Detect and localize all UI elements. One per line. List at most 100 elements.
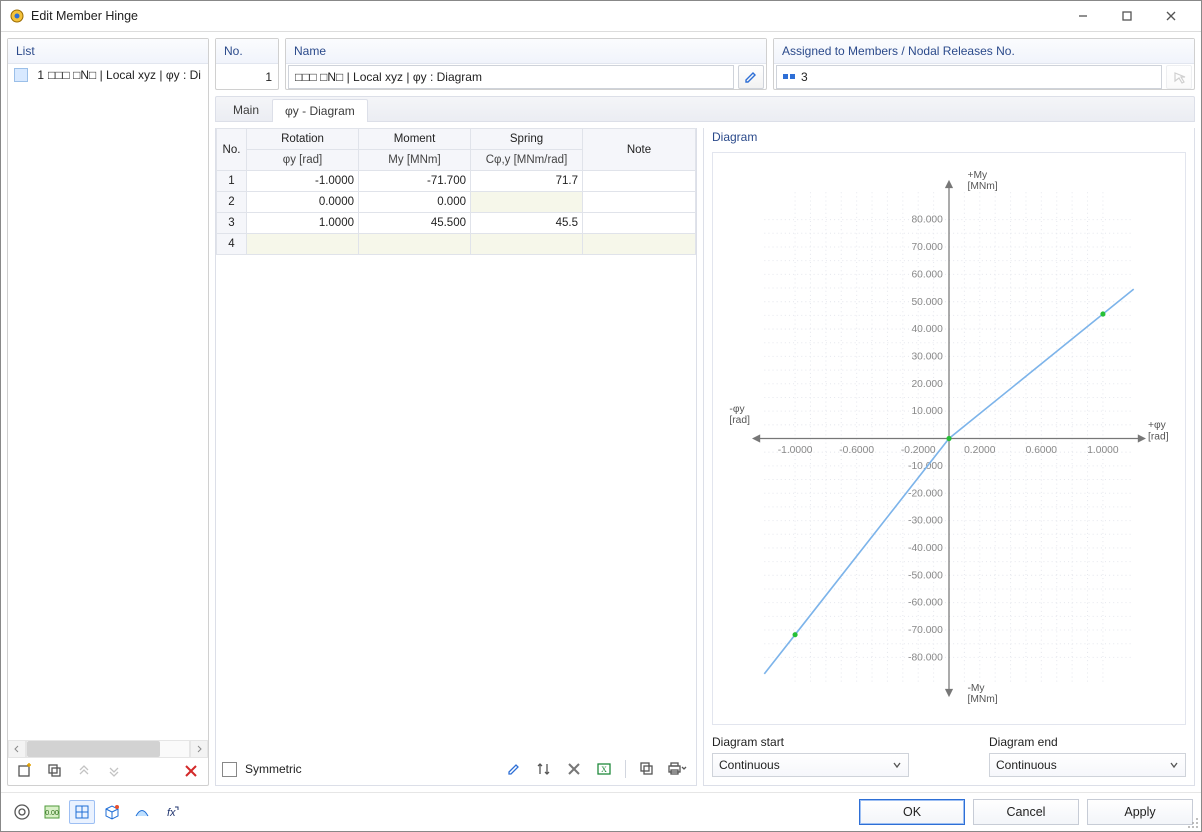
function-button[interactable]: fx xyxy=(159,800,185,824)
assigned-input[interactable]: 3 xyxy=(776,65,1162,89)
view-2d-button[interactable] xyxy=(69,800,95,824)
export-excel-button[interactable]: X xyxy=(591,757,617,781)
svg-text:0.00: 0.00 xyxy=(45,810,59,817)
data-table[interactable]: No. Rotation Moment Spring Note φy [rad]… xyxy=(216,128,696,255)
bottom-toolbar: 0.00 fx OK Cancel Apply xyxy=(1,792,1201,831)
svg-text:1.0000: 1.0000 xyxy=(1087,445,1119,456)
scroll-track[interactable] xyxy=(26,740,190,758)
name-panel-header: Name xyxy=(286,39,766,64)
svg-text:-My: -My xyxy=(967,683,985,694)
help-button[interactable] xyxy=(9,800,35,824)
chevron-down-icon xyxy=(892,760,902,770)
svg-text:[MNm]: [MNm] xyxy=(967,694,997,705)
svg-text:70.000: 70.000 xyxy=(911,242,943,253)
tab-main[interactable]: Main xyxy=(220,98,272,121)
table-row[interactable]: 4 xyxy=(217,234,696,255)
diagram-end-value: Continuous xyxy=(996,758,1057,772)
svg-text:40.000: 40.000 xyxy=(911,324,943,335)
col-moment: Moment xyxy=(359,129,471,150)
svg-text:60.000: 60.000 xyxy=(911,269,943,280)
diagram-title: Diagram xyxy=(704,128,1194,150)
units-button[interactable]: 0.00 xyxy=(39,800,65,824)
svg-text:10.000: 10.000 xyxy=(911,406,943,417)
list-horizontal-scrollbar[interactable] xyxy=(8,741,208,757)
scroll-thumb[interactable] xyxy=(27,741,160,757)
svg-text:0.6000: 0.6000 xyxy=(1026,445,1058,456)
name-panel: Name □□□ □N□ | Local xyz | φy : Diagram xyxy=(285,38,767,90)
apply-button[interactable]: Apply xyxy=(1087,799,1193,825)
tab-strip: Main φy - Diagram xyxy=(215,96,1195,122)
table-panel: No. Rotation Moment Spring Note φy [rad]… xyxy=(215,128,697,786)
col-rotation: Rotation xyxy=(247,129,359,150)
svg-text:X: X xyxy=(601,765,607,774)
diagram-panel: Diagram -1.0000-0.6000-0.20000.20000.600… xyxy=(703,128,1195,786)
ok-button[interactable]: OK xyxy=(859,799,965,825)
diagram-svg: -1.0000-0.6000-0.20000.20000.60001.0000-… xyxy=(713,153,1185,724)
app-icon xyxy=(9,8,25,24)
svg-text:-1.0000: -1.0000 xyxy=(778,445,813,456)
list-toolbar xyxy=(8,757,208,785)
view-render-button[interactable] xyxy=(129,800,155,824)
symmetric-label: Symmetric xyxy=(245,762,302,776)
diagram-end-combo[interactable]: Continuous xyxy=(989,753,1186,777)
name-input[interactable]: □□□ □N□ | Local xyz | φy : Diagram xyxy=(288,65,734,89)
list-panel-body: 1 □□□ □N□ | Local xyz | φy : Di xyxy=(8,64,208,741)
list-panel-header: List xyxy=(8,39,208,64)
sort-toggle-button[interactable] xyxy=(531,757,557,781)
table-row[interactable]: 3 1.0000 45.500 45.5 xyxy=(217,213,696,234)
svg-text:-80.000: -80.000 xyxy=(908,652,943,663)
scroll-right-icon[interactable] xyxy=(190,740,208,758)
cancel-button[interactable]: Cancel xyxy=(973,799,1079,825)
svg-text:-10.000: -10.000 xyxy=(908,461,943,472)
delete-item-button[interactable] xyxy=(178,759,204,783)
tab-diagram[interactable]: φy - Diagram xyxy=(272,99,368,122)
copy-table-button[interactable] xyxy=(634,757,660,781)
resize-grip-icon[interactable] xyxy=(1187,817,1199,829)
list-item-label: □□□ □N□ | Local xyz | φy : Di xyxy=(48,68,201,82)
svg-text:50.000: 50.000 xyxy=(911,297,943,308)
titlebar: Edit Member Hinge xyxy=(1,1,1201,32)
pick-members-button xyxy=(1166,65,1192,89)
maximize-button[interactable] xyxy=(1105,2,1149,30)
col-note: Note xyxy=(583,129,696,171)
scroll-left-icon[interactable] xyxy=(8,740,26,758)
col-rotation-sub: φy [rad] xyxy=(247,150,359,171)
list-tool-b-button xyxy=(102,759,128,783)
delete-row-button[interactable] xyxy=(561,757,587,781)
svg-text:-20.000: -20.000 xyxy=(908,488,943,499)
svg-text:[MNm]: [MNm] xyxy=(967,181,997,192)
table-footer: Symmetric X xyxy=(216,753,696,785)
svg-text:-φy: -φy xyxy=(729,404,745,415)
minimize-button[interactable] xyxy=(1061,2,1105,30)
diagram-end-label: Diagram end xyxy=(989,735,1186,749)
view-3d-button[interactable] xyxy=(99,800,125,824)
number-panel: No. 1 xyxy=(215,38,279,90)
number-panel-header: No. xyxy=(216,39,278,64)
new-item-button[interactable] xyxy=(12,759,38,783)
svg-text:-70.000: -70.000 xyxy=(908,625,943,636)
col-moment-sub: My [MNm] xyxy=(359,150,471,171)
svg-text:-0.6000: -0.6000 xyxy=(839,445,874,456)
copy-item-button[interactable] xyxy=(42,759,68,783)
print-dropdown-button[interactable] xyxy=(664,757,690,781)
edit-row-button[interactable] xyxy=(501,757,527,781)
edit-name-button[interactable] xyxy=(738,65,764,89)
tab-diagram-label: φy - Diagram xyxy=(285,104,355,118)
diagram-start-value: Continuous xyxy=(719,758,780,772)
symmetric-checkbox[interactable] xyxy=(222,762,237,777)
toolbar-separator xyxy=(625,760,626,778)
assigned-panel-header: Assigned to Members / Nodal Releases No. xyxy=(774,39,1194,64)
hinge-glyph-icon xyxy=(14,68,28,82)
svg-text:-50.000: -50.000 xyxy=(908,570,943,581)
col-spring-sub: Cφ,y [MNm/rad] xyxy=(471,150,583,171)
diagram-start-combo[interactable]: Continuous xyxy=(712,753,909,777)
svg-text:-0.2000: -0.2000 xyxy=(901,445,936,456)
table-row[interactable]: 1 -1.0000 -71.700 71.7 xyxy=(217,171,696,192)
number-value: 1 xyxy=(216,64,278,89)
diagram-start-label: Diagram start xyxy=(712,735,909,749)
svg-text:-30.000: -30.000 xyxy=(908,516,943,527)
close-button[interactable] xyxy=(1149,2,1193,30)
list-item[interactable]: 1 □□□ □N□ | Local xyz | φy : Di xyxy=(10,66,206,84)
table-row[interactable]: 2 0.0000 0.000 xyxy=(217,192,696,213)
svg-text:30.000: 30.000 xyxy=(911,351,943,362)
